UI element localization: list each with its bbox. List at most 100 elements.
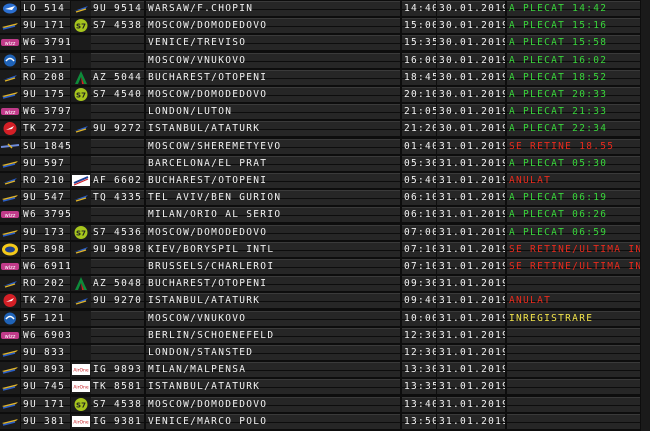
flight-status: A PLECAT 06:59 (507, 224, 640, 240)
flight-number-text: W6 6911 (23, 261, 70, 272)
flight-date: 30.01.2019 (437, 69, 505, 85)
codeshare-number: IG 9381 (91, 413, 144, 429)
air-moldova-icon (0, 396, 20, 412)
flight-row: 9U 381 AirOne IG 9381 VENICE/MARCO POLO 13:5… (0, 413, 650, 429)
flight-status-text: SE RETINE/ULTIMA INVI (509, 243, 640, 255)
flight-number-text: TK 272 (23, 123, 66, 135)
destination: BUCHAREST/OTOPENI (146, 173, 400, 188)
flight-date-text: 31.01.2019 (439, 261, 505, 272)
codeshare-number (91, 259, 144, 274)
flight-date: 31.01.2019 (437, 207, 505, 223)
flight-row: 9U 893 AirOne IG 9893 MILAN/MALPENSA 13:30 31… (0, 361, 650, 378)
flight-number-text: 9U 171 (23, 398, 66, 410)
destination-text: ISTANBUL/ATATURK (148, 295, 261, 307)
destination: WARSAW/F.CHOPIN (146, 1, 400, 16)
air-moldova-icon (0, 18, 20, 34)
departures-board: LO 514 9U 9514 WARSAW/F.CHOPIN 14:40 30.01.2… (0, 0, 650, 431)
flight-row: 9U 745 AirOne TK 8581 ISTANBUL/ATATURK 13:35… (0, 378, 650, 395)
tarom-icon (0, 69, 20, 85)
flight-row: PS 898 9U 9898 KIEV/BORYSPIL INTL 07:10 31.0… (0, 241, 650, 257)
destination: BUCHAREST/OTOPENI (146, 69, 400, 85)
destination-text: VENICE/TREVISO (148, 37, 247, 49)
wizz-icon: wizz (0, 35, 20, 51)
turkish-icon (0, 121, 20, 137)
flight-date-text: 31.01.2019 (439, 312, 505, 324)
airone-icon: AirOne (71, 362, 91, 378)
flight-number-text: 9U 745 (23, 381, 66, 393)
flight-date: 31.01.2019 (437, 155, 505, 171)
flight-row: wizz W6 6911 BRUSSELS/CHARLEROI 07:10 31.01.… (0, 258, 650, 274)
destination: MOSCOW/DOMODEDOVO (146, 396, 400, 412)
flight-date: 31.01.2019 (437, 259, 505, 274)
air-moldova-icon (0, 224, 20, 240)
scheduled-time-text: 09:40 (404, 295, 436, 307)
flight-number-text: RO 208 (23, 71, 66, 83)
flight-status (507, 379, 640, 395)
codeshare-number-text: 9U 9272 (93, 123, 143, 135)
flight-date: 30.01.2019 (437, 35, 505, 51)
flight-number-text: W6 3797 (23, 106, 70, 118)
scheduled-time-text: 18:45 (404, 71, 436, 83)
flight-date-text: 30.01.2019 (439, 71, 505, 83)
flight-status (507, 276, 640, 292)
codeshare-number (91, 52, 144, 68)
svg-text:wizz: wizz (5, 110, 16, 116)
scheduled-time-text: 12:30 (404, 329, 436, 341)
flight-number: RO 208 (21, 69, 70, 85)
scheduled-time-text: 21:05 (404, 106, 436, 118)
flight-date-text: 31.01.2019 (439, 398, 505, 410)
wizz-icon: wizz (0, 104, 20, 120)
flight-date: 31.01.2019 (437, 345, 505, 360)
scheduled-time-text: 09:30 (404, 278, 436, 290)
codeshare-number: S7 4538 (91, 18, 144, 34)
flight-status: A PLECAT 05:30 (507, 155, 640, 171)
codeshare-number: 9U 9514 (91, 1, 144, 16)
flight-number-text: RO 202 (23, 278, 66, 290)
flight-number-text: W6 3791 (23, 37, 70, 49)
flight-row: 9U 833 LONDON/STANSTED 12:30 31.01.2019 (0, 344, 650, 360)
flight-status: A PLECAT 15:58 (507, 35, 640, 51)
flight-date-text: 31.01.2019 (439, 295, 505, 307)
scheduled-time-text: 13:50 (404, 415, 436, 427)
tarom-icon (0, 173, 20, 188)
airone-icon: AirOne (71, 379, 91, 395)
flight-row: wizz W6 6903 BERLIN/SCHOENEFELD 12:30 31.01.… (0, 327, 650, 343)
air-moldova-icon (0, 190, 20, 206)
codeshare-logo (71, 259, 91, 274)
flight-status (507, 396, 640, 412)
codeshare-number: S7 4540 (91, 87, 144, 102)
flight-status-text: ANULAT (509, 295, 552, 307)
flight-date-text: 31.01.2019 (439, 140, 505, 152)
svg-text:S7: S7 (76, 92, 86, 100)
flight-date: 31.01.2019 (437, 413, 505, 429)
flight-date-text: 30.01.2019 (439, 106, 505, 118)
flight-row: 9U 171 S7 S7 4538 MOSCOW/DOMODEDOVO 13:40 31.… (0, 396, 650, 412)
scheduled-time-text: 21:20 (404, 123, 436, 135)
codeshare-number-text: S7 4536 (93, 226, 143, 238)
air-moldova-icon (0, 345, 20, 360)
codeshare-number (91, 345, 144, 360)
flight-number: 9U 893 (21, 362, 70, 378)
codeshare-number-text: TQ 4335 (93, 192, 143, 204)
flight-status (507, 327, 640, 343)
flight-status-text: A PLECAT 21:33 (509, 106, 608, 118)
flight-status: SE RETINE/ULTIMA INVI (507, 241, 640, 257)
destination-text: MILAN/MALPENSA (148, 364, 247, 376)
flight-status-text: ANULAT (509, 175, 552, 186)
flight-row: TK 270 9U 9270 ISTANBUL/ATATURK 09:40 31.01.… (0, 292, 650, 309)
scheduled-time-text: 05:30 (404, 157, 436, 169)
destination: LONDON/LUTON (146, 104, 400, 120)
flight-status-text: A PLECAT 06:19 (509, 192, 608, 204)
tarom-icon (71, 293, 91, 309)
tarom-icon (71, 121, 91, 137)
flight-number: W6 3797 (21, 104, 70, 120)
destination-text: WARSAW/F.CHOPIN (148, 3, 254, 14)
scheduled-time-text: 13:30 (404, 364, 436, 376)
flight-number: TK 270 (21, 293, 70, 309)
flight-number-text: 9U 173 (23, 226, 66, 238)
destination-text: ISTANBUL/ATATURK (148, 123, 261, 135)
flight-date: 30.01.2019 (437, 52, 505, 68)
flight-status: SE RETINE 18.55 (507, 138, 640, 154)
scheduled-time: 13:50 (402, 413, 436, 429)
destination: BARCELONA/EL PRAT (146, 155, 400, 171)
